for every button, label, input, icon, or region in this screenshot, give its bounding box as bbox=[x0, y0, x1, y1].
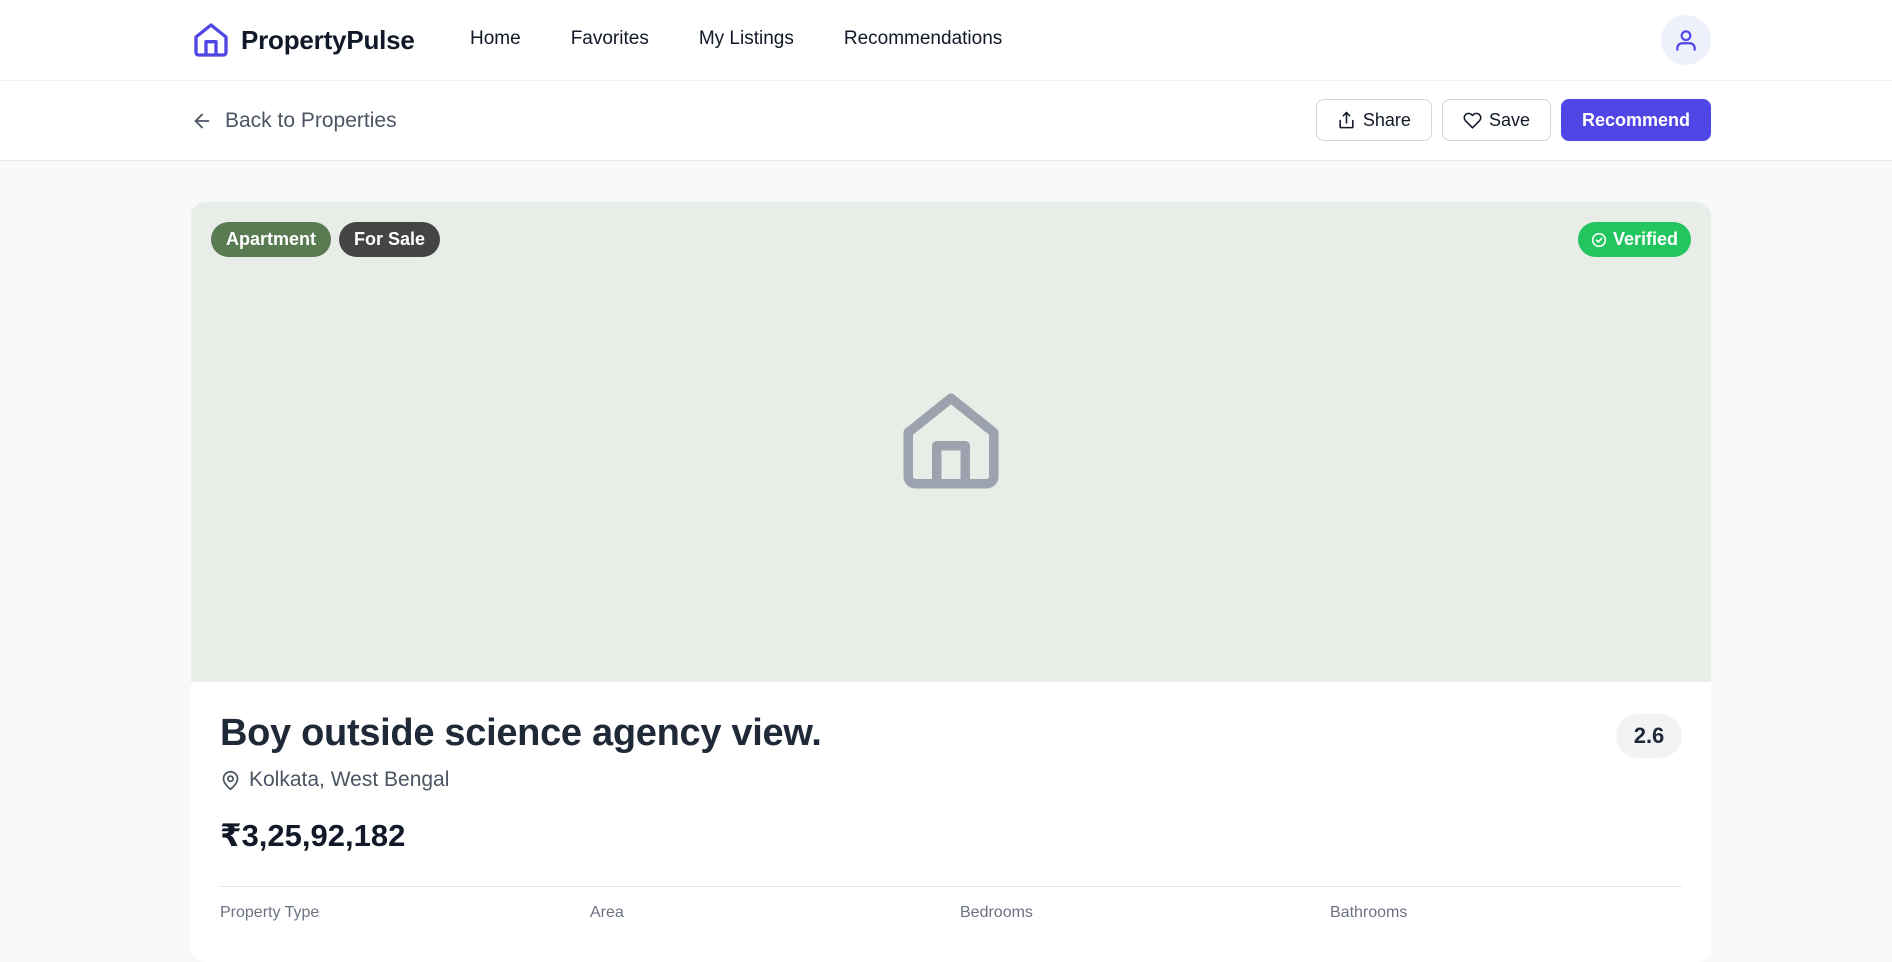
top-navbar: PropertyPulse Home Favorites My Listings… bbox=[0, 0, 1892, 81]
property-type-badge: Apartment bbox=[211, 222, 332, 257]
save-label: Save bbox=[1488, 109, 1530, 130]
stat-label-area: Area bbox=[590, 904, 624, 921]
location-text: Kolkata, West Bengal bbox=[249, 768, 450, 791]
listing-status-badge: For Sale bbox=[339, 222, 441, 257]
stat-label-bedrooms: Bedrooms bbox=[960, 904, 1033, 921]
recommend-label: Recommend bbox=[1581, 109, 1690, 130]
back-to-properties-link[interactable]: Back to Properties bbox=[191, 109, 397, 133]
brand-logo-link[interactable]: PropertyPulse bbox=[191, 20, 415, 60]
user-icon bbox=[1673, 27, 1699, 53]
brand-name: PropertyPulse bbox=[241, 24, 415, 55]
house-logo-icon bbox=[191, 20, 231, 60]
nav-link-home[interactable]: Home bbox=[470, 28, 521, 50]
property-title: Boy outside science agency view. bbox=[220, 712, 822, 754]
verified-badge: Verified bbox=[1577, 222, 1691, 257]
share-icon bbox=[1337, 111, 1363, 130]
save-button[interactable]: Save bbox=[1441, 99, 1551, 141]
back-label: Back to Properties bbox=[225, 109, 397, 132]
property-card: Apartment For Sale Verified Boy outside … bbox=[191, 202, 1711, 962]
details-divider bbox=[220, 886, 1682, 887]
property-price: ₹3,25,92,182 bbox=[220, 818, 406, 853]
nav-links: Home Favorites My Listings Recommendatio… bbox=[470, 28, 1052, 50]
action-buttons: Share Save Recommend bbox=[1306, 99, 1711, 141]
verified-label: Verified bbox=[1612, 229, 1678, 249]
share-label: Share bbox=[1362, 109, 1411, 130]
property-image-placeholder: Apartment For Sale Verified bbox=[191, 202, 1711, 682]
nav-link-recommendations[interactable]: Recommendations bbox=[844, 28, 1002, 50]
share-button[interactable]: Share bbox=[1315, 99, 1432, 141]
map-pin-icon bbox=[220, 770, 241, 791]
nav-link-favorites[interactable]: Favorites bbox=[571, 28, 649, 50]
recommend-button[interactable]: Recommend bbox=[1560, 99, 1711, 141]
nav-link-my-listings[interactable]: My Listings bbox=[699, 28, 794, 50]
property-subheader: Back to Properties Share Save Recommend bbox=[0, 81, 1892, 161]
property-location: Kolkata, West Bengal bbox=[220, 768, 449, 792]
stat-label-property-type: Property Type bbox=[220, 904, 320, 921]
heart-icon bbox=[1463, 111, 1489, 130]
stat-label-bathrooms: Bathrooms bbox=[1330, 904, 1408, 921]
user-avatar-button[interactable] bbox=[1661, 15, 1711, 65]
house-placeholder-icon bbox=[894, 384, 1008, 498]
arrow-left-icon bbox=[191, 110, 213, 132]
rating-badge: 2.6 bbox=[1616, 714, 1682, 758]
check-circle-icon bbox=[1591, 232, 1613, 248]
